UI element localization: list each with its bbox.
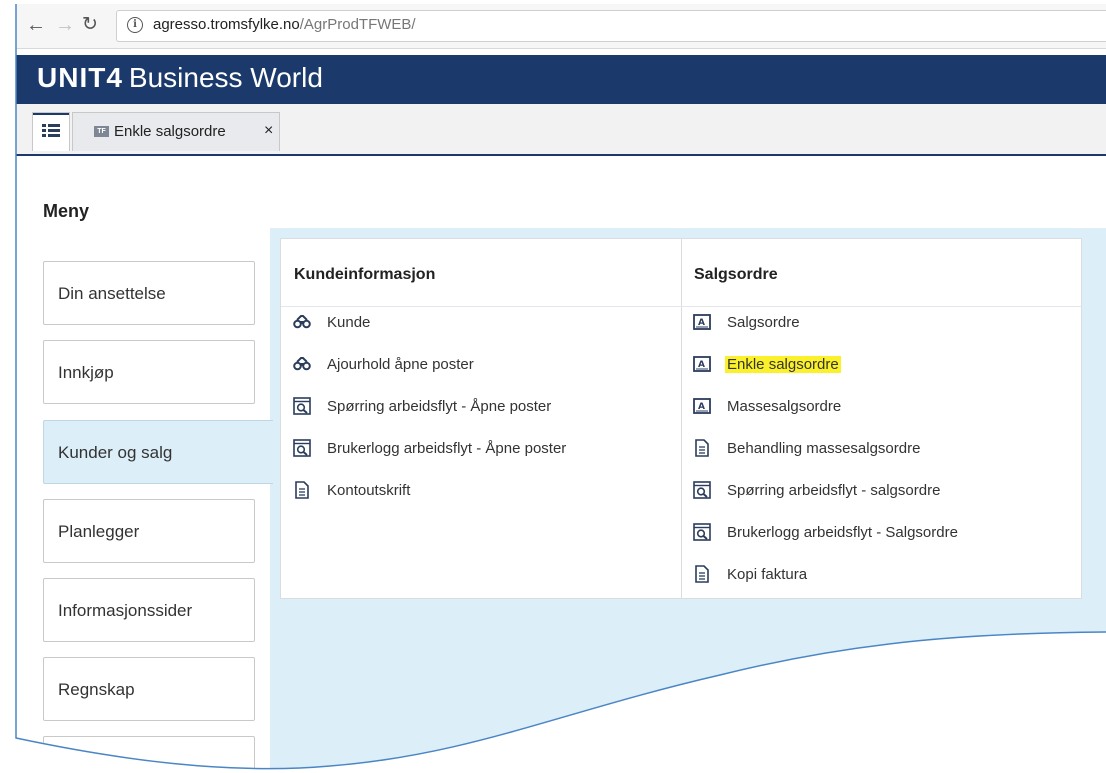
torn-edge-overlay (0, 0, 1106, 773)
screenshot-frame: ← → ↻ i agresso.tromsfylke.no/AgrProdTFW… (0, 0, 1106, 773)
